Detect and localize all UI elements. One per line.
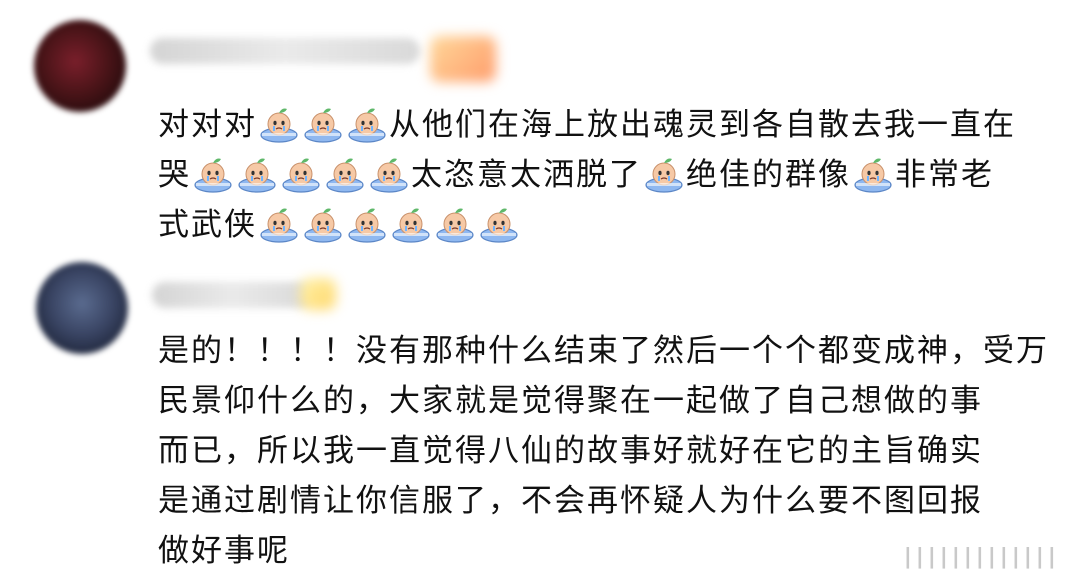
crying-emoji-icon [479,205,519,243]
crying-emoji-icon [325,155,365,193]
comment-text-segment: 对对对 [158,107,257,143]
comment-text-segment: 式武侠 [158,207,257,243]
comment-line: 哭 太恣意太洒脱了 绝佳的群像 非常老 [158,150,1038,200]
crying-emoji-icon [391,205,431,243]
crying-emoji-icon [193,155,233,193]
crying-emoji-icon [369,155,409,193]
comment-text-segment: 太恣意太洒脱了 [411,157,642,193]
comment-text: 是的！！！！没有那种什么结束了然后一个个都变成神，受万 民景仰什么的，大家就是觉得… [158,326,1047,576]
comment-text-segment: 民景仰什么的，大家就是觉得聚在一起做了自己想做的事 [158,383,983,419]
username-blurred[interactable] [150,38,420,64]
crying-emoji-icon [281,155,321,193]
comment-line: 对对对 从他们在海上放出魂灵到各自散去我一直在 [158,100,1038,150]
crying-emoji-icon [435,205,475,243]
crying-emoji-icon [303,105,343,143]
crying-emoji-icon [303,205,343,243]
comment-text-segment: 哭 [158,157,191,193]
crying-emoji-icon [853,155,893,193]
comment-line: 是的！！！！没有那种什么结束了然后一个个都变成神，受万 [158,326,1047,376]
comment-text: 对对对 从他们在海上放出魂灵到各自散去我一直在哭 太恣意太洒脱了 绝佳的群像 非常老式武… [158,100,1038,250]
avatar[interactable] [34,20,126,112]
comment-text-segment: 而已，所以我一直觉得八仙的故事好就好在它的主旨确实 [158,433,983,469]
avatar[interactable] [36,262,128,354]
user-badge-icon [430,36,496,82]
crying-emoji-icon [259,205,299,243]
username-blurred[interactable] [152,282,312,308]
user-badge-icon [300,278,336,310]
comment-text-segment: 是通过剧情让你信服了，不会再怀疑人为什么要不图回报 [158,483,983,519]
comment-line: 民景仰什么的，大家就是觉得聚在一起做了自己想做的事 [158,376,1038,426]
comment-text-segment: 是的！！！！没有那种什么结束了然后一个个都变成神，受万 [158,333,1049,369]
comment-text-segment: 从他们在海上放出魂灵到各自散去我一直在 [389,107,1016,143]
comment-text-segment: 做好事呢 [158,533,290,569]
crying-emoji-icon [259,105,299,143]
comment-text-segment: 非常老 [895,157,994,193]
comment-line: 式武侠 [158,200,1038,250]
comment-line: 而已，所以我一直觉得八仙的故事好就好在它的主旨确实 [158,426,1038,476]
crying-emoji-icon [237,155,277,193]
crying-emoji-icon [644,155,684,193]
comment-text-segment: 绝佳的群像 [686,157,851,193]
comment-line: 是通过剧情让你信服了，不会再怀疑人为什么要不图回报 [158,476,1038,526]
watermark: ∣∣∣∣∣∣∣∣∣∣∣∣∣ [902,545,1058,570]
crying-emoji-icon [347,205,387,243]
crying-emoji-icon [347,105,387,143]
